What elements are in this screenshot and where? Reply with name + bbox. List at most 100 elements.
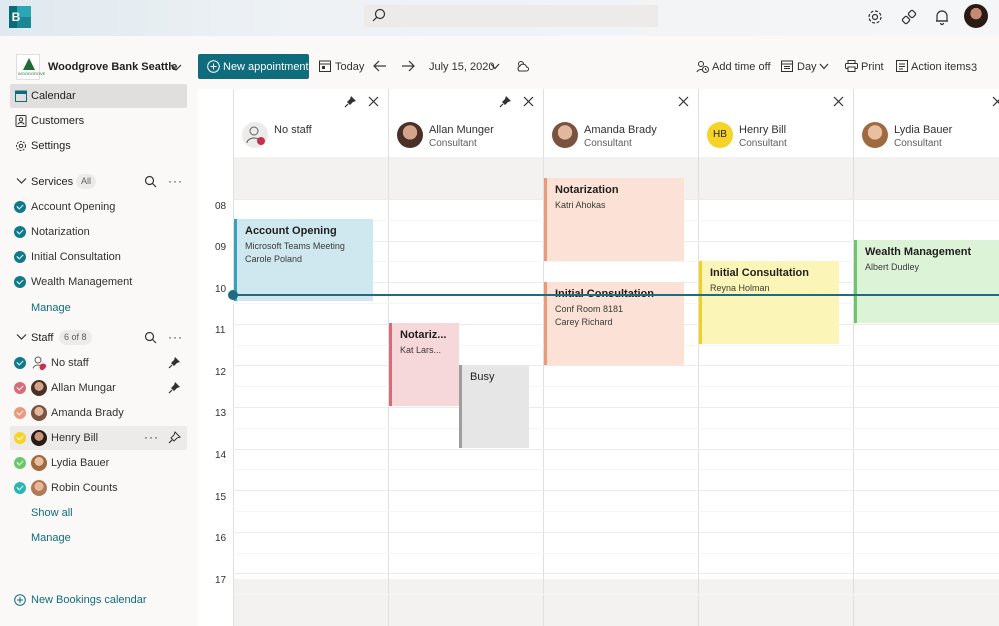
event-title: Account Opening [245, 225, 337, 237]
nav-customers-label: Customers [31, 115, 85, 127]
checkmark-icon[interactable] [14, 251, 26, 263]
checkmark-icon[interactable] [14, 457, 26, 469]
pin-outline-icon[interactable] [168, 431, 181, 444]
checkmark-icon[interactable] [14, 407, 26, 419]
staff-item-amanda-brady[interactable]: Amanda Brady [10, 401, 187, 425]
staff-column-lydia-bauer[interactable]: Lydia Bauer Consultant [853, 89, 999, 626]
staff-column-no-staff[interactable]: No staff [233, 89, 388, 626]
settings-gear-icon[interactable] [866, 8, 884, 26]
print-button[interactable]: Print [845, 54, 885, 79]
column-staff-name: Lydia Bauer [894, 124, 953, 136]
new-bookings-calendar-link[interactable]: New Bookings calendar [14, 592, 184, 608]
services-filter-badge[interactable]: All [76, 174, 97, 189]
checkmark-icon[interactable] [14, 382, 26, 394]
appointment-account-opening[interactable]: Account Opening Microsoft Teams Meeting … [234, 219, 373, 301]
more-options-icon[interactable]: ··· [144, 430, 159, 444]
new-appointment-button[interactable]: New appointment [198, 54, 309, 79]
staff-count-badge[interactable]: 6 of 8 [59, 330, 92, 345]
staff-item-henry-bill[interactable]: Henry Bill ··· [10, 426, 187, 450]
connected-apps-icon[interactable] [900, 8, 918, 26]
hour-label: 09 [215, 242, 227, 253]
grid-line [233, 428, 999, 429]
toolbar: New appointment Today July 15, 2020 Add … [198, 54, 999, 80]
all-day-area[interactable] [854, 157, 999, 199]
avatar [397, 122, 423, 148]
close-icon[interactable] [992, 96, 999, 107]
appointment-notarization-allan[interactable]: Notariz... Kat Lars... [389, 323, 459, 406]
print-icon [845, 60, 858, 72]
arrow-right-icon[interactable] [401, 60, 415, 72]
off-hours-area [234, 579, 388, 626]
more-options-icon[interactable]: ··· [168, 330, 183, 344]
org-selector[interactable]: WOODGROVE Woodgrove Bank Seattle [14, 54, 194, 80]
nav-calendar[interactable]: Calendar [10, 84, 187, 108]
services-manage-link[interactable]: Manage [31, 302, 71, 314]
pin-filled-icon[interactable] [499, 95, 512, 108]
appointment-wealth-management[interactable]: Wealth Management Albert Dudley [854, 240, 999, 323]
service-item[interactable]: Account Opening [14, 198, 186, 216]
staff-name: Henry Bill [51, 432, 99, 444]
hour-label: 14 [215, 450, 227, 461]
services-section-header[interactable]: Services All ··· [14, 173, 186, 191]
staff-show-all-link[interactable]: Show all [31, 507, 73, 519]
checkmark-icon[interactable] [14, 226, 26, 238]
service-item[interactable]: Notarization [14, 223, 186, 241]
chevron-down-icon[interactable] [16, 333, 27, 341]
more-options-icon[interactable]: ··· [168, 174, 183, 188]
notifications-bell-icon[interactable] [933, 8, 951, 26]
off-hours-area [699, 579, 853, 626]
close-icon[interactable] [678, 96, 689, 107]
appointment-initial-consultation-henry[interactable]: Initial Consultation Reyna Holman [699, 261, 839, 344]
view-selector[interactable]: Day [781, 54, 831, 79]
checkmark-icon[interactable] [14, 482, 26, 494]
all-day-area[interactable] [699, 157, 853, 199]
staff-column-henry-bill[interactable]: HB Henry Bill Consultant [698, 89, 853, 626]
all-day-area[interactable] [234, 157, 388, 199]
column-staff-name: Amanda Brady [584, 124, 657, 136]
event-customer: Albert Dudley [865, 262, 920, 272]
user-avatar[interactable] [964, 4, 988, 28]
service-item[interactable]: Wealth Management [14, 273, 186, 291]
weather-icon[interactable] [516, 60, 530, 73]
all-day-area[interactable] [389, 157, 543, 199]
column-staff-role: Consultant [739, 138, 787, 149]
add-time-off-button[interactable]: Add time off [696, 54, 771, 79]
pin-filled-icon[interactable] [168, 356, 181, 369]
nav-settings[interactable]: Settings [10, 134, 187, 158]
pin-filled-icon[interactable] [168, 381, 181, 394]
staff-item-allan-mungar[interactable]: Allan Mungar [10, 376, 187, 400]
search-icon[interactable] [144, 175, 157, 188]
staff-item-robin-counts[interactable]: Robin Counts [10, 476, 187, 500]
checkmark-icon[interactable] [14, 357, 26, 369]
appointment-notarization-amanda[interactable]: Notarization Katri Ahokas [544, 178, 684, 261]
service-item[interactable]: Initial Consultation [14, 248, 186, 266]
close-icon[interactable] [523, 96, 534, 107]
checkmark-icon[interactable] [14, 201, 26, 213]
action-items-button[interactable]: Action items 3 [896, 54, 986, 79]
search-input[interactable] [392, 7, 652, 25]
add-circle-icon [207, 60, 220, 73]
date-picker[interactable]: July 15, 2020 [429, 54, 501, 79]
bookings-app-icon[interactable]: B [9, 6, 31, 28]
staff-section-header[interactable]: Staff 6 of 8 ··· [14, 329, 186, 347]
pin-filled-icon[interactable] [344, 95, 357, 108]
checkmark-icon[interactable] [14, 276, 26, 288]
chevron-down-icon[interactable] [170, 62, 182, 72]
busy-block[interactable]: Busy [459, 365, 529, 448]
search-box[interactable] [364, 5, 658, 27]
chevron-down-icon[interactable] [16, 177, 27, 185]
column-staff-role: Consultant [894, 138, 942, 149]
close-icon[interactable] [833, 96, 844, 107]
arrow-left-icon[interactable] [373, 60, 387, 72]
nav-customers[interactable]: Customers [10, 109, 187, 133]
off-hours-area [854, 579, 999, 626]
close-icon[interactable] [368, 96, 379, 107]
avatar [31, 480, 47, 496]
staff-item-lydia-bauer[interactable]: Lydia Bauer [10, 451, 187, 475]
event-customer: Carole Poland [245, 254, 303, 264]
search-icon[interactable] [144, 331, 157, 344]
checkmark-icon[interactable] [14, 432, 26, 444]
staff-item-no-staff[interactable]: No staff [10, 351, 187, 375]
staff-manage-link[interactable]: Manage [31, 532, 71, 544]
app-logo-letter: B [11, 10, 21, 24]
